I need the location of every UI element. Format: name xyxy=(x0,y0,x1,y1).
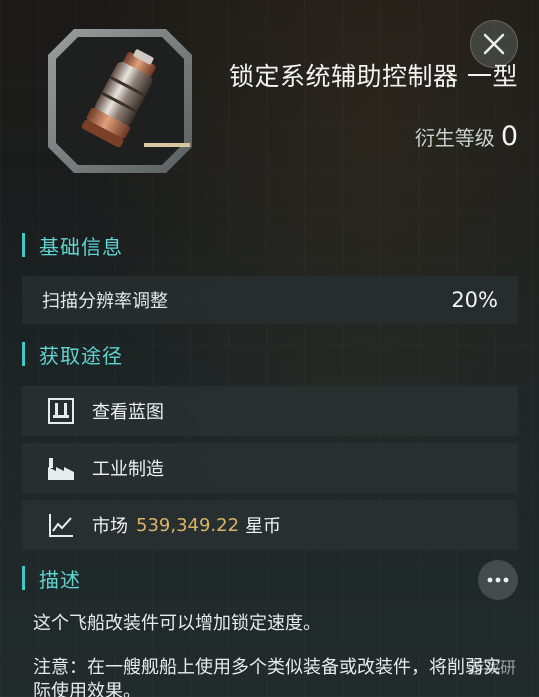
market-button[interactable]: 市场 539,349.22 星币 xyxy=(22,500,518,550)
description-note: 注意：在一艘舰船上使用多个类似装备或改装件，将削弱实际使用效果。 xyxy=(33,657,501,697)
section-description: 描述 xyxy=(22,563,81,593)
section-acquisition: 获取途径 xyxy=(22,339,123,369)
tier-row: 衍生等级 0 xyxy=(415,122,518,152)
section-basic-info: 基础信息 xyxy=(22,230,123,260)
section-title: 获取途径 xyxy=(39,343,123,368)
description-text: 这个飞船改装件可以增加锁定速度。 xyxy=(33,613,321,634)
view-blueprint-button[interactable]: 查看蓝图 xyxy=(22,386,518,436)
item-icon-frame xyxy=(44,25,196,177)
close-icon xyxy=(483,33,505,55)
canister-module-icon xyxy=(48,29,192,173)
section-marker xyxy=(22,233,25,257)
stat-row: 扫描分辨率调整 20% xyxy=(22,276,518,324)
market-currency: 星币 xyxy=(245,516,282,537)
stat-label: 扫描分辨率调整 xyxy=(42,291,168,312)
section-title: 基础信息 xyxy=(39,234,123,259)
industry-label: 工业制造 xyxy=(92,459,164,480)
stat-value: 20% xyxy=(451,288,498,312)
blueprint-label: 查看蓝图 xyxy=(92,402,164,423)
market-chart-icon xyxy=(46,510,76,540)
market-price: 539,349.22 xyxy=(136,514,240,536)
factory-icon xyxy=(46,453,76,483)
market-label: 市场 xyxy=(92,516,128,537)
more-options-button[interactable] xyxy=(478,560,518,600)
item-info-panel: 锁定系统辅助控制器 一型 衍生等级 0 基础信息 扫描分辨率调整 20% 获取途… xyxy=(0,0,539,697)
section-title: 描述 xyxy=(39,567,81,592)
blueprint-icon xyxy=(46,396,76,426)
section-marker xyxy=(22,566,25,590)
tier-label: 衍生等级 xyxy=(414,126,495,150)
watermark: 游戏研 xyxy=(468,658,517,677)
industry-button[interactable]: 工业制造 xyxy=(22,443,518,493)
tier-value: 0 xyxy=(500,121,518,152)
more-dots-icon xyxy=(487,577,509,583)
close-button[interactable] xyxy=(470,20,518,68)
section-marker xyxy=(22,342,25,366)
item-title: 锁定系统辅助控制器 一型 xyxy=(229,62,518,91)
